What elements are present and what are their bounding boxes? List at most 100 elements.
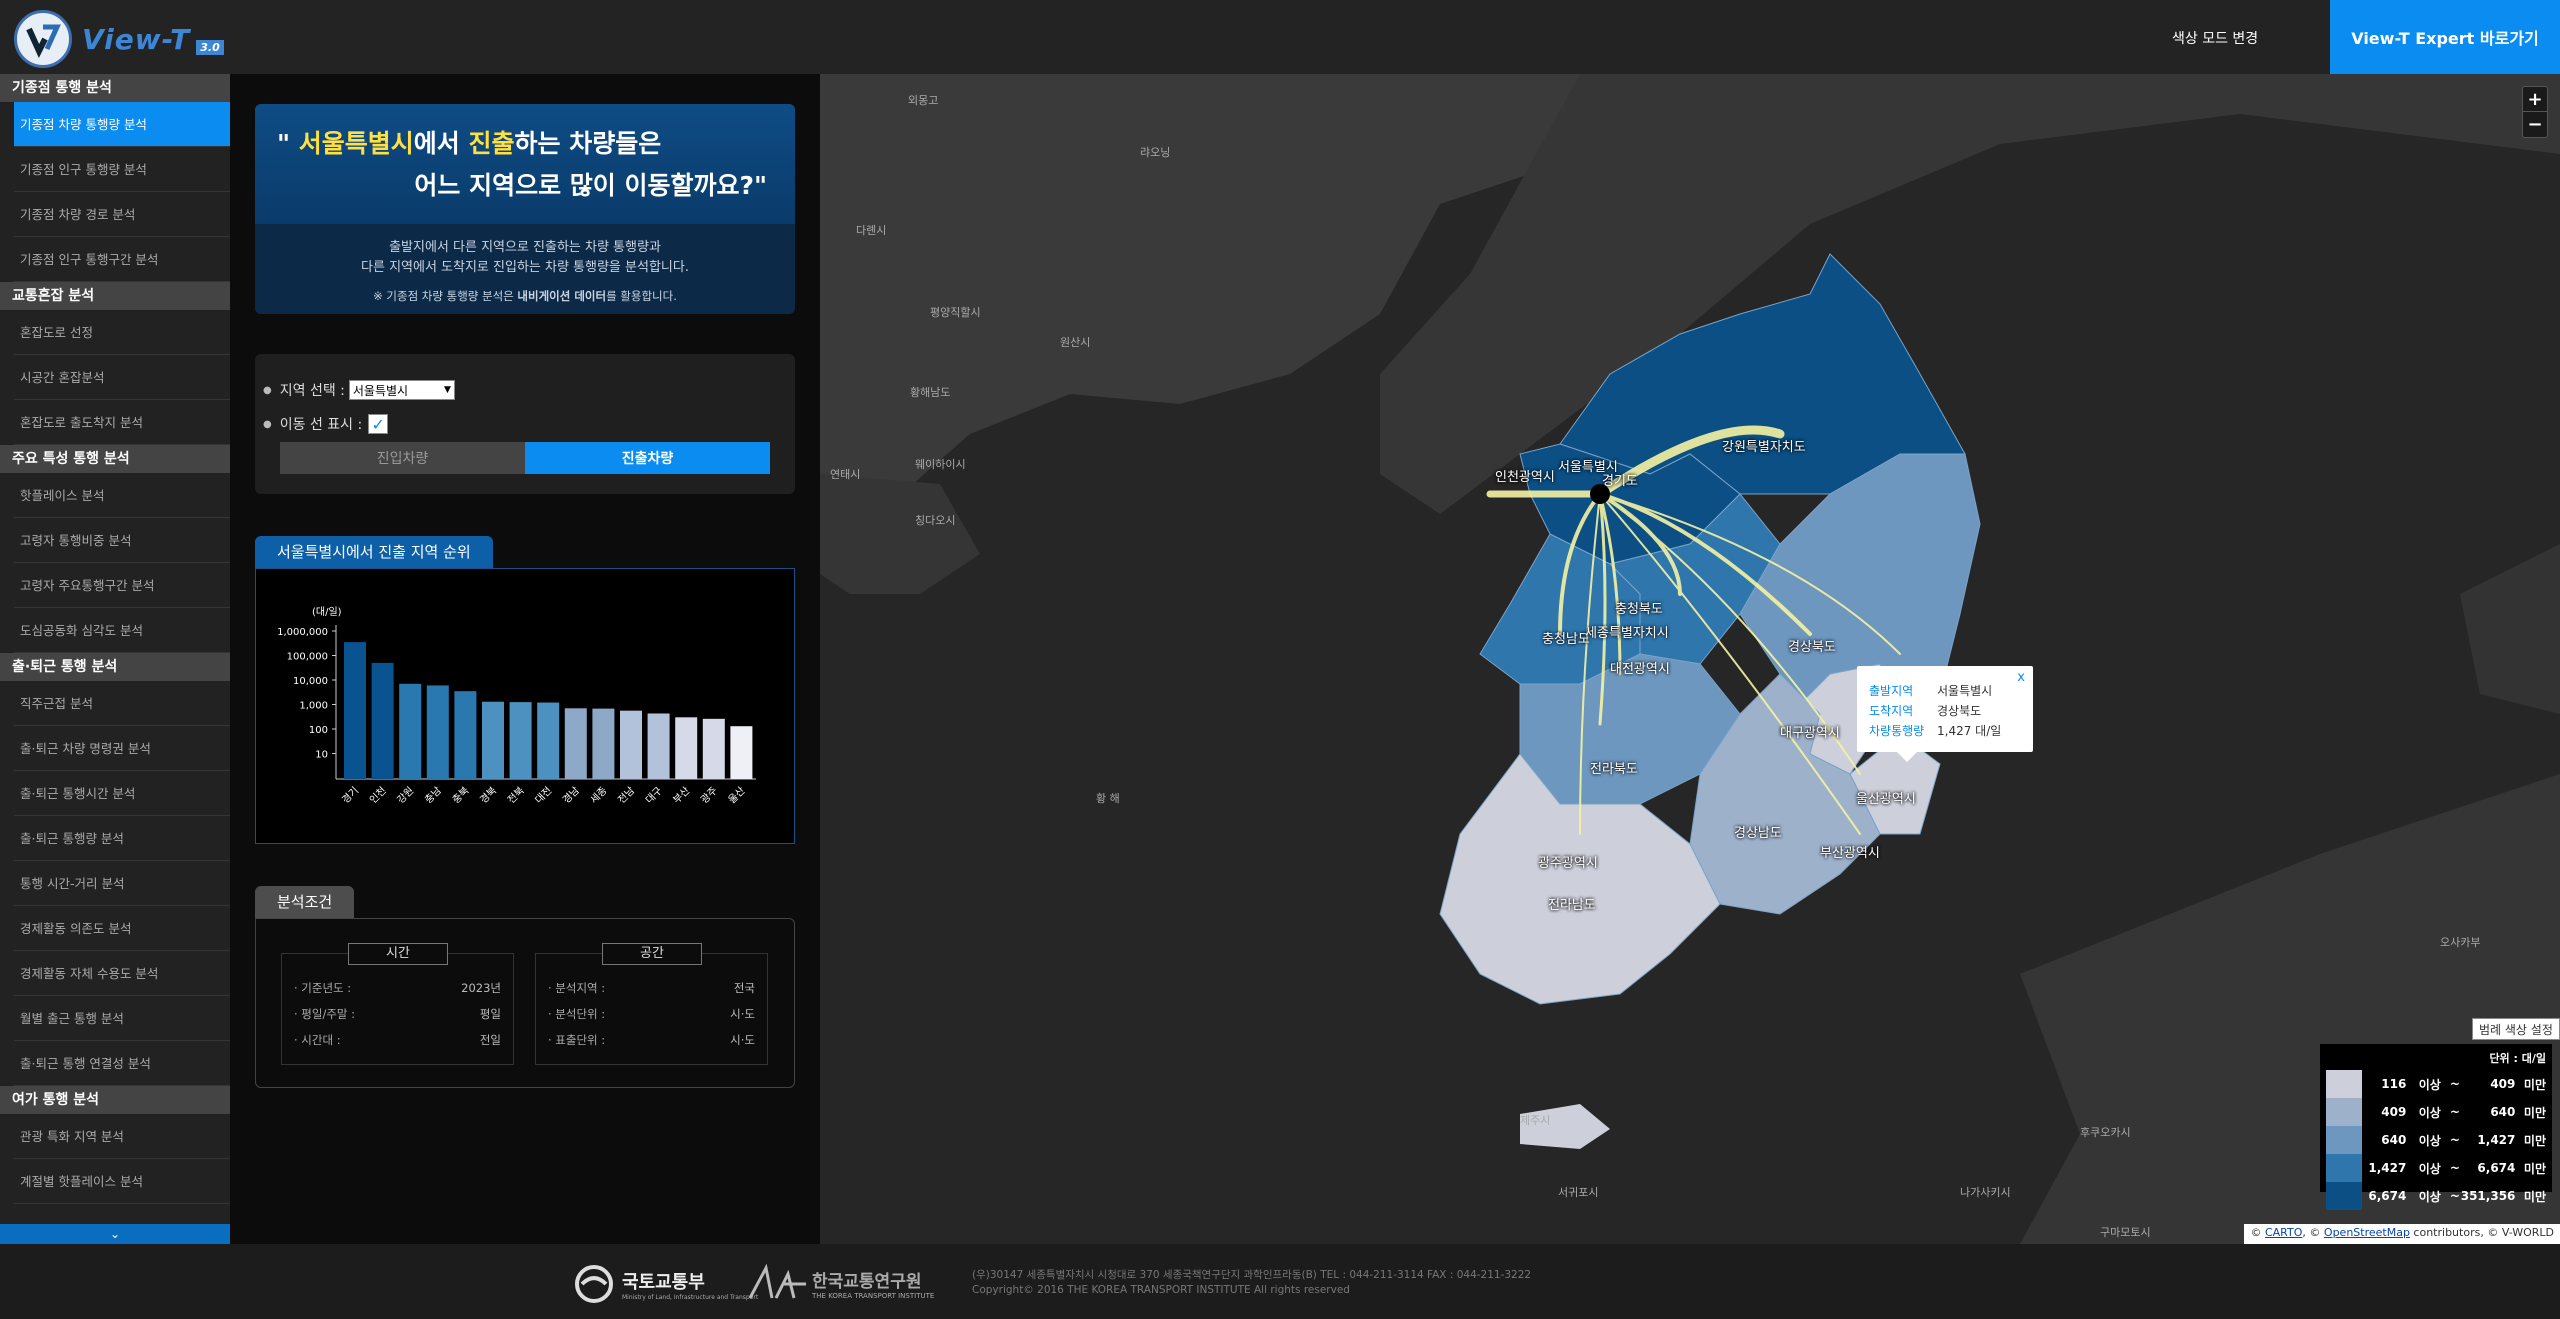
sidebar-item[interactable]: 기종점 인구 통행량 분석 [14,147,230,192]
legend-text: 미만 [2523,1161,2546,1176]
legend-text: 6,674 [2368,1189,2407,1203]
sidebar-item[interactable]: 고령자 통행비중 분석 [14,518,230,563]
sidebar-item[interactable]: 기종점 차량 경로 분석 [14,192,230,237]
toggle-in-button[interactable]: 진입차량 [280,442,525,474]
zoom-out-button[interactable]: − [2523,112,2547,137]
legend-text: 미만 [2523,1105,2546,1120]
bar [344,642,366,779]
tooltip-key: 도착지역 [1869,703,1914,718]
sidebar-item[interactable]: 월별 출근 통행 분석 [14,996,230,1041]
legend-text: 이상 [2418,1189,2441,1204]
sidebar-item[interactable]: 핫플레이스 분석 [14,473,230,518]
sidebar-item[interactable]: 혼잡도로 선정 [14,310,230,355]
legend-text: 351,356 [2460,1189,2516,1203]
molit-emblem-icon [575,1265,613,1303]
legend-text: 640 [2381,1133,2407,1147]
controls-box: ● 지역 선택 : 서울특별시 ▼ ● 이동 선 표시 : ✓ 진입차량 진출차량 [255,354,795,494]
sidebar-scroll-down-icon[interactable]: ⌄ [0,1224,230,1244]
legend-settings-button[interactable]: 범례 색상 설정 [2472,1018,2560,1040]
x-tick-label: 전북 [505,785,527,807]
sidebar-item[interactable]: 혼잡도로 출도착지 분석 [14,400,230,445]
region-label: 경상북도 [1788,640,1836,655]
time-conditions: 시간 · 기준년도 : 2023년 · 평일/주말 : 평일 · 시간대 : 전일 [281,943,514,1065]
region-select[interactable]: 서울특별시 ▼ [348,380,455,400]
sidebar-item[interactable]: 관광 특화 지역 분석 [14,1114,230,1159]
y-tick-label: 100 [309,725,328,736]
toggle-out-button[interactable]: 진출차량 [525,442,770,474]
legend-swatch [2326,1154,2363,1182]
sidebar-section-title: 여가 통행 분석 [0,1086,230,1114]
conditions-box: 시간 · 기준년도 : 2023년 · 평일/주말 : 평일 · 시간대 : 전일 공… [255,918,795,1088]
bar [537,702,560,779]
sidebar-item[interactable]: 직주근접 분석 [14,681,230,726]
check-icon: ✓ [371,414,385,434]
sidebar-item[interactable]: 출·퇴근 차량 명령권 분석 [14,726,230,771]
legend-text: ~ [2449,1189,2460,1203]
tooltip-close-button[interactable]: x [2017,670,2025,685]
region-label: 대전광역시 [1610,662,1670,677]
cond-row: · 분석단위 : 시·도 [548,1006,755,1022]
line-row: ● 이동 선 표시 : ✓ [263,414,389,434]
place-label: 원산시 [1060,336,1091,349]
sidebar-item[interactable]: 기종점 인구 통행구간 분석 [14,237,230,282]
tooltip-key: 차량통행량 [1869,723,1925,738]
footer-copyright: Copyright© 2016 THE KOREA TRANSPORT INST… [972,1284,1350,1296]
bar [399,683,422,779]
direction-toggle: 진입차량 진출차량 [280,442,770,474]
legend-unit: 단위 : 대/일 [2489,1052,2546,1065]
footer: 국토교통부 Ministry of Land, Infrastructure a… [0,1244,2560,1319]
legend-swatch [2326,1098,2363,1126]
map-canvas [820,74,2560,1244]
molit-sub: Ministry of Land, Infrastructure and Tra… [622,1293,759,1301]
zoom-in-button[interactable]: + [2523,87,2547,112]
x-tick-label: 인천 [367,785,389,807]
sidebar-item[interactable]: 출·퇴근 통행량 분석 [14,816,230,861]
sidebar-item[interactable]: 기종점 차량 통행량 분석 [14,102,230,147]
legend-text: 미만 [2523,1077,2546,1092]
question-line-1: " 서울특별시에서 진출하는 차량들은 [277,124,773,160]
x-tick-label: 부산 [671,785,693,807]
legend-text: ~ [2449,1105,2460,1119]
sidebar-item[interactable]: 계절별 핫플레이스 분석 [14,1159,230,1204]
expert-link-button[interactable]: View-T Expert 바로가기 [2330,0,2560,74]
bar [675,717,698,779]
osm-link[interactable]: OpenStreetMap [2324,1226,2410,1239]
tooltip-row: 차량통행량 1,427 대/일 [1869,720,2021,740]
intro-description: 출발지에서 다른 지역으로 진출하는 차량 통행량과 다른 지역에서 도착지로 … [255,224,795,314]
sidebar-item[interactable]: 시공간 혼잡분석 [14,355,230,400]
place-label: 황해남도 [910,386,951,399]
map-view[interactable]: 강원특별자치도 인천광역시 서울특별시 경기도 충청북도 충청남도 세종특별자치시 대전광역시… [820,74,2560,1244]
legend-text: ~ [2449,1161,2460,1175]
x-tick-label: 울산 [726,785,748,807]
sidebar-item[interactable]: 출·퇴근 통행 연결성 분석 [14,1041,230,1086]
sidebar-item[interactable]: 출·퇴근 통행시간 분석 [14,771,230,816]
question-quote: " [277,129,299,158]
tooltip-value: 서울특별시 [1937,683,1993,698]
cond-key: · 표출단위 : [548,1033,606,1047]
note-prefix: ※ 기종점 차량 통행량 분석은 [373,289,518,303]
carto-link[interactable]: CARTO [2265,1226,2302,1239]
molit-logo: 국토교통부 Ministry of Land, Infrastructure a… [574,1264,758,1304]
logo[interactable]: View-T 3.0 [14,10,224,68]
cond-key: · 분석지역 : [548,981,606,995]
legend-text: ~ [2449,1133,2460,1147]
tooltip-value: 1,427 대/일 [1937,723,2002,738]
line-checkbox[interactable]: ✓ [368,414,389,434]
sidebar-item[interactable]: 도심공동화 심각도 분석 [14,608,230,653]
bar [482,701,504,779]
y-tick-label: 1,000 [299,701,328,712]
cond-value: 평일 [479,1007,501,1021]
y-tick-label: 10,000 [293,676,328,687]
question-end: 하는 차량들은 [514,129,662,158]
color-mode-button[interactable]: 색상 모드 변경 [2172,28,2258,48]
sidebar-item[interactable]: 고령자 주요통행구간 분석 [14,563,230,608]
place-label: 칭다오시 [915,514,956,527]
sidebar-item[interactable]: 경제활동 자체 수용도 분석 [14,951,230,996]
sidebar-item[interactable]: 통행 시간-거리 분석 [14,861,230,906]
legend-text: 409 [2381,1105,2407,1119]
sidebar-item[interactable]: 경제활동 의존도 분석 [14,906,230,951]
cond-value: 2023년 [461,981,501,995]
cond-value: 전일 [479,1033,501,1047]
x-tick-label: 경기 [339,784,361,806]
tooltip-row: 출발지역 서울특별시 [1869,680,2021,700]
